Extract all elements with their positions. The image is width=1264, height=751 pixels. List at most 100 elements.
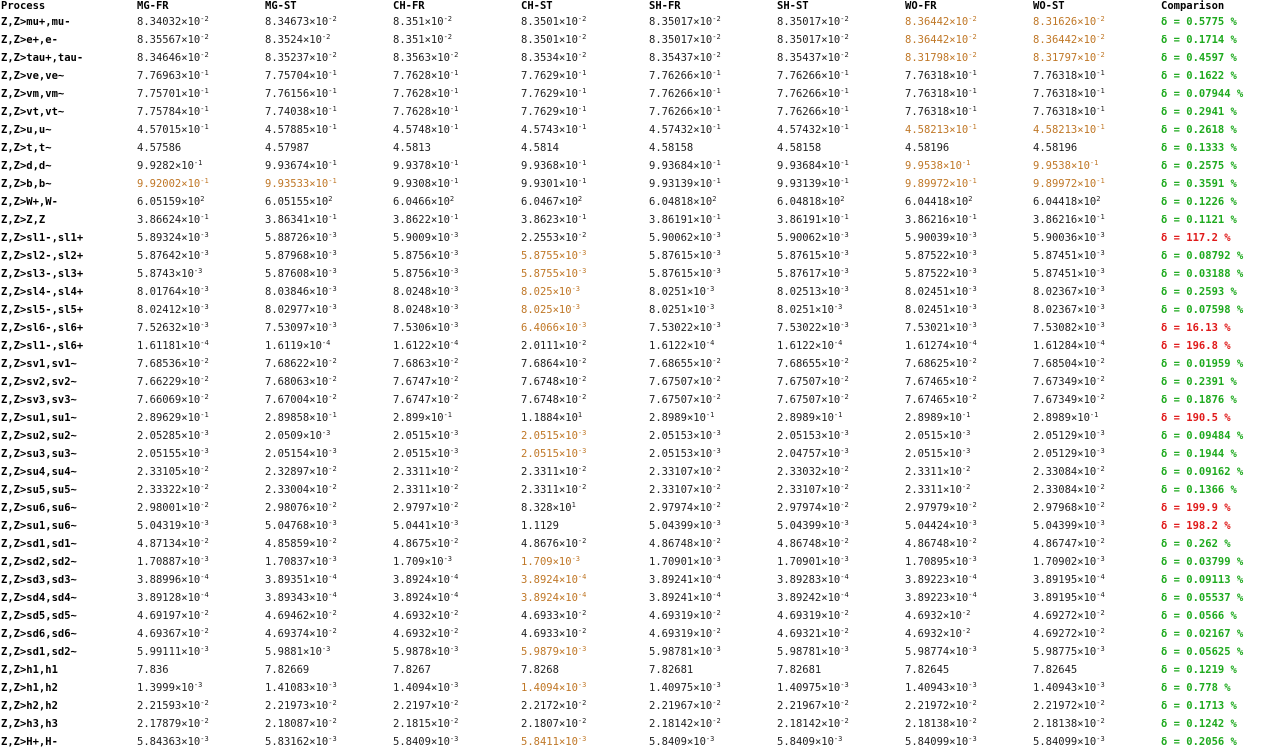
wo-st-cell: 7.76318×10-1 — [1033, 105, 1105, 119]
mantissa: 5.87968 — [265, 250, 310, 262]
mantissa: 8.35237 — [265, 52, 310, 64]
exponent: -3 — [968, 321, 977, 329]
mg-st-cell: 2.89858×10-1 — [265, 411, 337, 425]
mantissa: 8.02451 — [905, 304, 950, 316]
ch-st-cell: 7.6748×10-2 — [521, 375, 587, 389]
mg-fr-cell: 8.01764×10-3 — [137, 285, 209, 299]
exponent: -1 — [705, 411, 715, 419]
mantissa: 3.8623 — [521, 214, 559, 226]
wo-st-cell: 5.04399×10-3 — [1033, 519, 1105, 533]
comparison-cell: δ = 117.2 % — [1161, 232, 1231, 244]
sh-st-cell: 8.35017×10-2 — [777, 33, 849, 47]
table-row: Z,Z>sv1,sv1~ 7.68536×10-2 7.68622×10-2 7.68… — [0, 355, 1264, 373]
exponent: -3 — [328, 249, 337, 257]
exponent: -3 — [571, 285, 581, 293]
mantissa: 1.61274 — [905, 340, 950, 352]
mantissa: 8.02451 — [905, 286, 950, 298]
mantissa: 6.04818 — [777, 196, 822, 208]
wo-st-cell: 2.05129×10-3 — [1033, 429, 1105, 443]
exponent: -3 — [1096, 267, 1105, 275]
sh-st-cell: 2.21967×10-2 — [777, 699, 849, 713]
mantissa: 6.05155 — [265, 196, 310, 208]
ch-st-cell: 5.8755×10-3 — [521, 267, 587, 281]
table-row: Z,Z>sl2-,sl2+ 5.87642×10-3 5.87968×10-3 5.8… — [0, 247, 1264, 265]
sh-fr-cell: 7.67507×10-2 — [649, 393, 721, 407]
process-cell: Z,Z>su5,su5~ — [1, 484, 77, 496]
mg-fr-cell: 4.69197×10-2 — [137, 609, 209, 623]
process-cell: Z,Z>h1,h2 — [1, 682, 58, 694]
table-row: Z,Z>sd3,sd3~ 3.88996×10-4 3.89351×10-4 3.89… — [0, 571, 1264, 589]
exponent: -3 — [449, 645, 459, 653]
table-row: Z,Z>Z,Z 3.86624×10-1 3.86341×10-1 3.8622×10… — [0, 211, 1264, 229]
mantissa: 7.76318 — [1033, 70, 1078, 82]
exponent: -2 — [1096, 627, 1105, 635]
mg-fr-cell: 5.87642×10-3 — [137, 249, 209, 263]
exponent: -3 — [328, 303, 337, 311]
exponent: -2 — [449, 627, 459, 635]
mantissa: 5.8743 — [137, 268, 175, 280]
ch-fr-cell: 8.351×10-2 — [393, 15, 453, 29]
exponent: -2 — [712, 357, 721, 365]
wo-st-cell: 5.98775×10-3 — [1033, 645, 1105, 659]
comparison-cell: δ = 0.2575 % — [1161, 160, 1237, 172]
exponent: -2 — [449, 51, 459, 59]
exponent: -4 — [449, 573, 459, 581]
mantissa: 7.68655 — [777, 358, 822, 370]
wo-st-cell: 1.70902×10-3 — [1033, 555, 1105, 569]
mantissa: 2.05153 — [649, 448, 694, 460]
wo-st-cell: 8.02367×10-3 — [1033, 285, 1105, 299]
mantissa: 5.84363 — [137, 736, 182, 748]
mantissa: 9.9538 — [1033, 160, 1071, 172]
exponent: -2 — [840, 627, 849, 635]
mantissa: 4.57987 — [265, 142, 310, 154]
exponent: -2 — [968, 393, 977, 401]
exponent: -2 — [577, 465, 587, 473]
exponent: -4 — [321, 339, 331, 347]
exponent: -2 — [968, 537, 977, 545]
table-body: Z,Z>mu+,mu- 8.34032×10-2 8.34673×10-2 8.351… — [0, 13, 1264, 751]
mantissa: 7.7628 — [393, 88, 431, 100]
mantissa: 7.76266 — [777, 70, 822, 82]
ch-st-cell: 4.6933×10-2 — [521, 627, 587, 641]
mantissa: 8.31797 — [1033, 52, 1078, 64]
exponent: -3 — [712, 681, 721, 689]
mg-st-cell: 5.87608×10-3 — [265, 267, 337, 281]
mantissa: 4.69319 — [649, 628, 694, 640]
mantissa: 2.18138 — [1033, 718, 1078, 730]
process-cell: Z,Z>su3,su3~ — [1, 448, 77, 460]
mantissa: 7.8268 — [521, 664, 559, 676]
mantissa: 4.86748 — [649, 538, 694, 550]
exponent: -1 — [968, 123, 977, 131]
exponent: -2 — [449, 609, 459, 617]
mantissa: 6.4066 — [521, 322, 559, 334]
exponent: -3 — [840, 267, 849, 275]
table-row: Z,Z>t,t~ 4.57586 4.57987 4.5813 4.5814 4.5815… — [0, 139, 1264, 157]
mantissa: 3.89223 — [905, 574, 950, 586]
exponent: -2 — [449, 393, 459, 401]
exponent: -2 — [577, 699, 587, 707]
exponent: -1 — [449, 69, 459, 77]
exponent: -1 — [840, 159, 849, 167]
mantissa: 5.87608 — [265, 268, 310, 280]
process-cell: Z,Z>su4,su4~ — [1, 466, 77, 478]
ch-st-cell: 1.4094×10-3 — [521, 681, 587, 695]
mantissa: 9.9301 — [521, 178, 559, 190]
mantissa: 2.97968 — [1033, 502, 1078, 514]
exponent: -3 — [571, 555, 581, 563]
ch-fr-cell: 2.9797×10-2 — [393, 501, 459, 515]
mantissa: 4.57885 — [265, 124, 310, 136]
sh-fr-cell: 5.8409×10-3 — [649, 735, 715, 749]
exponent: -1 — [1096, 123, 1105, 131]
mantissa: 1.70901 — [777, 556, 822, 568]
comparison-cell: δ = 0.03799 % — [1161, 556, 1244, 568]
exponent: -1 — [840, 69, 849, 77]
wo-st-cell: 4.69272×10-2 — [1033, 609, 1105, 623]
mantissa: 2.21967 — [777, 700, 822, 712]
mantissa: 7.75704 — [265, 70, 310, 82]
mantissa: 5.8755 — [521, 268, 559, 280]
exponent: -2 — [577, 375, 587, 383]
sh-fr-cell: 3.89241×10-4 — [649, 591, 721, 605]
exponent: -2 — [449, 465, 459, 473]
exponent: -1 — [328, 213, 337, 221]
mantissa: 8.35017 — [649, 34, 694, 46]
